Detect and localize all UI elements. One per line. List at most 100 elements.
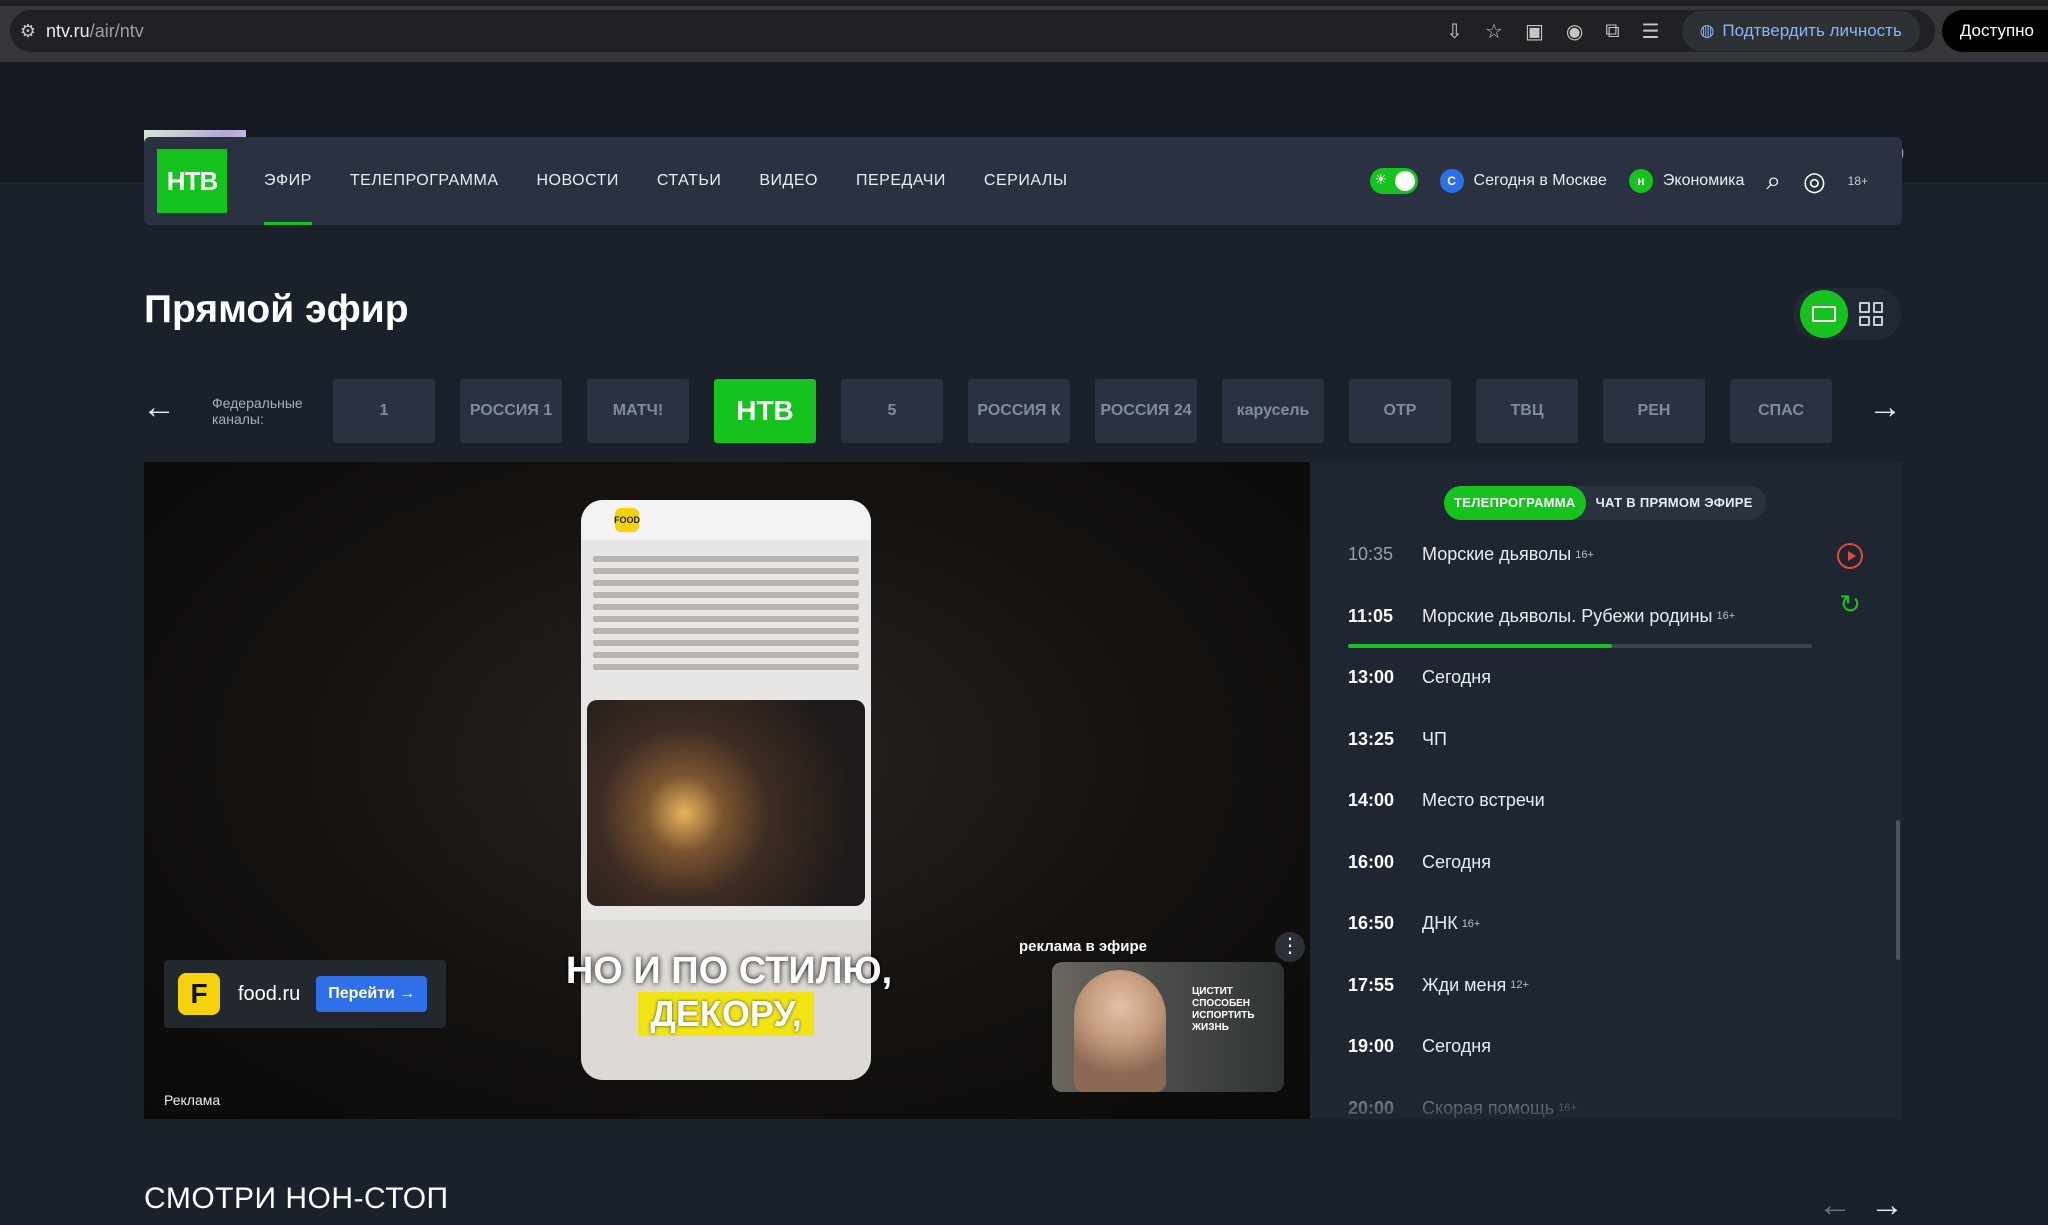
- economy-channel-icon: н: [1628, 169, 1653, 193]
- schedule-time: 11:05: [1348, 605, 1394, 626]
- search-icon[interactable]: ⌕: [1766, 165, 1781, 197]
- ntv-logo[interactable]: НТВ: [157, 149, 227, 213]
- channel-tile[interactable]: 5: [841, 379, 943, 443]
- verify-identity-button[interactable]: ◍ Подтвердить личность: [1681, 11, 1920, 51]
- nonstop-prev-arrow-icon[interactable]: ←: [1818, 1186, 1852, 1225]
- schedule-row[interactable]: 14:00 Место встречи: [1348, 790, 1545, 811]
- subtitle-line-2: ДЕКОРУ,: [638, 992, 814, 1036]
- schedule-row[interactable]: 17:55 Жди меня 12+: [1348, 975, 1529, 996]
- schedule-title: Сегодня: [1422, 667, 1491, 687]
- channel-tile[interactable]: РОССИЯ К: [968, 379, 1070, 443]
- nav-item[interactable]: НОВОСТИ: [537, 137, 619, 225]
- nonstop-next-arrow-icon[interactable]: →: [1870, 1186, 1904, 1225]
- current-program-progress: [1348, 644, 1812, 648]
- channels-next-arrow-icon[interactable]: →: [1868, 388, 1902, 427]
- channel-tile[interactable]: карусель: [1222, 379, 1324, 443]
- extension-icon[interactable]: ▣: [1525, 19, 1544, 44]
- schedule-title: ДНК: [1422, 913, 1458, 933]
- channel-tile[interactable]: ОТР: [1349, 379, 1451, 443]
- nav-item[interactable]: ВИДЕО: [759, 137, 818, 225]
- globe-icon: ◍: [1699, 21, 1715, 40]
- channel-tile[interactable]: РЕН: [1603, 379, 1705, 443]
- schedule-panel: ТЕЛЕПРОГРАММА ЧАТ В ПРЯМОМ ЭФИРЕ 10:35 Мо…: [1310, 462, 1902, 1119]
- page-title: Прямой эфир: [144, 288, 409, 331]
- schedule-scrollbar[interactable]: [1896, 820, 1900, 960]
- today-moscow-link[interactable]: С Сегодня в Москве: [1439, 169, 1607, 193]
- schedule-age: 16+: [1716, 610, 1736, 622]
- schedule-title: ЧП: [1422, 728, 1447, 749]
- schedule-title: Сегодня: [1422, 1036, 1491, 1056]
- schedule-time: 19:00: [1348, 1036, 1395, 1056]
- media-queue-icon[interactable]: ☰: [1642, 19, 1660, 44]
- schedule-row[interactable]: 16:00 Сегодня: [1348, 852, 1491, 873]
- nav-item[interactable]: ТЕЛЕПРОГРАММА: [350, 137, 499, 225]
- nav-item[interactable]: СТАТЬИ: [657, 137, 721, 225]
- replay-icon[interactable]: ↻: [1837, 591, 1863, 617]
- schedule-time: 17:55: [1348, 974, 1395, 995]
- age-rating: 18+: [1847, 174, 1868, 188]
- onair-ad-text: ЦИСТИТ СПОСОБЕН ИСПОРТИТЬ ЖИЗНЬ: [1192, 986, 1255, 1033]
- ad-card: F food.ru Перейти →: [164, 960, 446, 1028]
- ad-brand: food.ru: [238, 982, 301, 1005]
- schedule-row[interactable]: 13:00 Сегодня: [1348, 667, 1491, 688]
- single-view-button[interactable]: [1800, 290, 1848, 338]
- schedule-time: 16:50: [1348, 913, 1395, 933]
- extension-color-icon[interactable]: ◉: [1566, 19, 1583, 44]
- schedule-time: 13:00: [1348, 667, 1395, 687]
- ad-go-button[interactable]: Перейти →: [316, 976, 428, 1012]
- install-icon[interactable]: ⇩: [1446, 19, 1463, 44]
- schedule-time: 13:25: [1348, 728, 1395, 749]
- schedule-title: Место встречи: [1422, 790, 1545, 810]
- tab-program[interactable]: ТЕЛЕПРОГРАММА: [1444, 486, 1586, 520]
- federal-channels-label: Федеральные каналы:: [212, 395, 303, 427]
- economy-link[interactable]: н Экономика: [1628, 169, 1744, 193]
- schedule-age: 16+: [1575, 548, 1594, 561]
- channel-tile[interactable]: ТВЦ: [1476, 379, 1578, 443]
- schedule-age: 16+: [1461, 917, 1481, 930]
- player-more-icon[interactable]: ⋮: [1275, 932, 1305, 962]
- channel-tile[interactable]: РОССИЯ 24: [1095, 379, 1197, 443]
- channel-tile[interactable]: СПАС: [1730, 379, 1832, 443]
- site-settings-icon[interactable]: ⚙: [10, 21, 46, 42]
- channel-tile[interactable]: 1: [333, 379, 435, 443]
- candles-image: [587, 700, 865, 906]
- channels-prev-arrow-icon[interactable]: ←: [142, 388, 176, 427]
- schedule-row[interactable]: 19:00 Сегодня: [1348, 1036, 1491, 1057]
- browser-chrome: ⚙ ntv.ru/air/ntv ⇩ ☆ ▣ ◉ ⧉ ☰ ◍ Подтвердит…: [0, 0, 2048, 62]
- schedule-row[interactable]: 13:25 ЧП: [1348, 729, 1447, 750]
- tab-live-chat[interactable]: ЧАТ В ПРЯМОМ ЭФИРЕ: [1586, 486, 1763, 520]
- channel-tile[interactable]: НТВ: [714, 379, 816, 443]
- schedule-title: Морские дьяволы: [1422, 544, 1572, 564]
- schedule-row[interactable]: 16:50 ДНК 16+: [1348, 913, 1480, 934]
- channel-tile[interactable]: МАТЧ!: [587, 379, 689, 443]
- subtitle-line-1: НО И ПО СТИЛЮ,: [565, 950, 893, 992]
- onair-ad-label: реклама в эфире: [1019, 938, 1147, 955]
- nonstop-title: СМОТРИ НОН-СТОП: [144, 1182, 449, 1215]
- user-account-icon[interactable]: ◎: [1803, 166, 1826, 197]
- grid-view-button[interactable]: [1859, 302, 1883, 326]
- nav-item[interactable]: ПЕРЕДАЧИ: [856, 137, 946, 225]
- video-player[interactable]: FOOD НО И ПО СТИЛЮ, ДЕКОРУ, F food.ru Пе…: [144, 462, 1310, 1119]
- moscow-channel-icon: С: [1439, 169, 1464, 193]
- main-nav: НТВ ЭФИР ТЕЛЕПРОГРАММА НОВОСТИ СТАТЬИ ВИДЕО П…: [144, 137, 1902, 225]
- url-text[interactable]: ntv.ru/air/ntv: [46, 21, 144, 42]
- onair-ad-preview[interactable]: ЦИСТИТ СПОСОБЕН ИСПОРТИТЬ ЖИЗНЬ: [1052, 962, 1284, 1092]
- available-button[interactable]: Доступно: [1941, 10, 2048, 52]
- schedule-title: Морские дьяволы. Рубежи родины: [1422, 605, 1713, 626]
- screen-icon: [1812, 306, 1836, 322]
- nav-item[interactable]: СЕРИАЛЫ: [984, 137, 1068, 225]
- food-logo: F: [178, 973, 220, 1015]
- view-toggle: [1793, 288, 1901, 340]
- schedule-row[interactable]: 10:35 Морские дьяволы 16+: [1348, 544, 1594, 565]
- schedule-title: Жди меня: [1422, 974, 1507, 995]
- play-archive-icon[interactable]: [1837, 543, 1863, 569]
- schedule-time: 16:00: [1348, 851, 1395, 872]
- schedule-age: 12+: [1510, 979, 1529, 991]
- channel-tile[interactable]: РОССИЯ 1: [460, 379, 562, 443]
- theme-toggle[interactable]: [1369, 168, 1418, 194]
- schedule-time: 10:35: [1348, 544, 1394, 564]
- nav-item[interactable]: ЭФИР: [264, 137, 312, 225]
- schedule-row[interactable]: 11:05 Морские дьяволы. Рубежи родины 16+: [1348, 606, 1735, 627]
- extensions-puzzle-icon[interactable]: ⧉: [1605, 20, 1619, 43]
- bookmark-star-icon[interactable]: ☆: [1485, 19, 1503, 44]
